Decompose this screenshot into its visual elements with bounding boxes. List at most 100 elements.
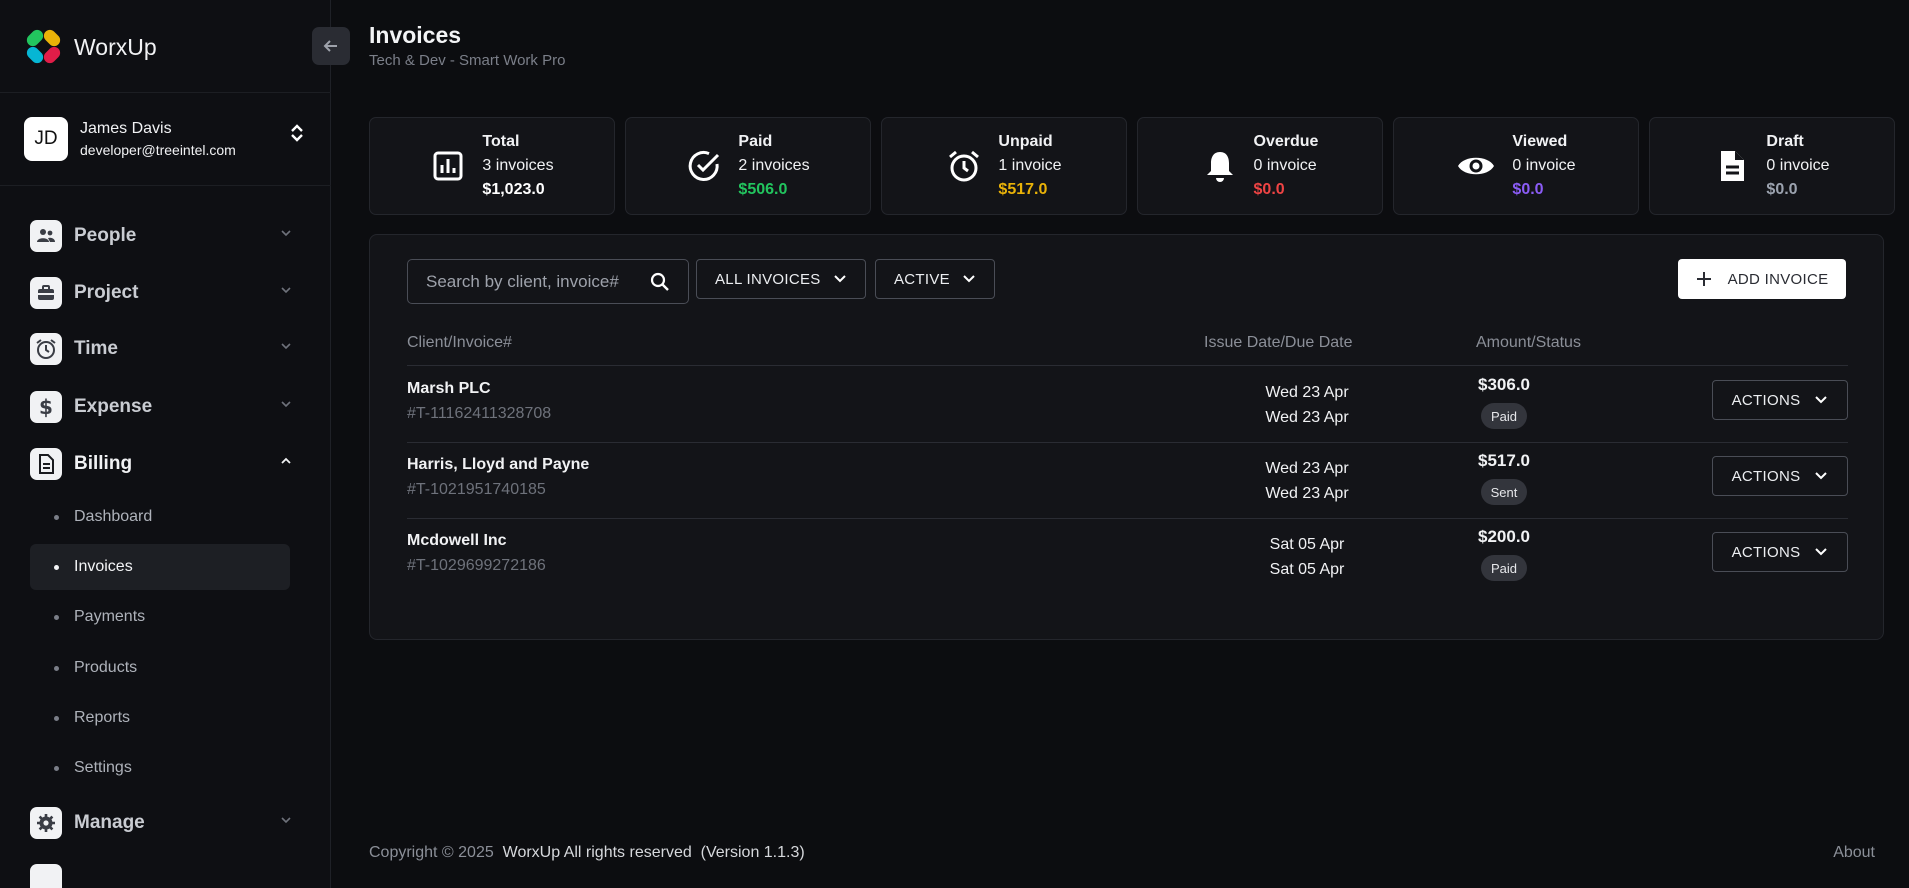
stat-title: Overdue (1253, 133, 1319, 150)
sidebar-item-people[interactable]: People (30, 218, 293, 254)
sidebar: WorxUp JD James Davis developer@treeinte… (0, 0, 331, 888)
stat-amount: $0.0 (1512, 181, 1544, 198)
column-header-client: Client/Invoice# (407, 334, 512, 351)
users-icon (30, 220, 62, 252)
stat-amount: $517.0 (998, 181, 1048, 198)
user-switcher[interactable]: JD James Davis developer@treeintel.com (24, 117, 304, 161)
issue-date: Sat 05 Apr (1269, 536, 1345, 553)
sidebar-item-project[interactable]: Project (30, 275, 293, 311)
actions-label: ACTIONS (1731, 543, 1801, 561)
sidebar-item-expense[interactable]: $ Expense (30, 389, 293, 425)
sidebar-item-manage[interactable]: Manage (30, 805, 293, 841)
actions-button[interactable]: ACTIONS (1712, 456, 1848, 496)
clock-icon (30, 333, 62, 365)
stat-card-paid[interactable]: Paid 2 invoices $506.0 (625, 117, 871, 215)
sidebar-subitem-payments[interactable]: Payments (30, 594, 290, 640)
actions-label: ACTIONS (1731, 467, 1801, 485)
stat-title: Paid (738, 133, 773, 150)
client-name[interactable]: Mcdowell Inc (407, 532, 507, 550)
stat-count: 3 invoices (482, 157, 554, 174)
chevron-down-icon (281, 287, 291, 294)
sidebar-subitem-reports[interactable]: Reports (30, 695, 290, 741)
sidebar-item-label: Manage (74, 812, 145, 833)
stat-count: 2 invoices (738, 157, 810, 174)
invoice-type-dropdown[interactable]: ALL INVOICES (696, 259, 866, 299)
due-date: Wed 23 Apr (1265, 409, 1349, 426)
amount: $517.0 (1478, 451, 1530, 470)
dropdown-value: ALL INVOICES (715, 270, 821, 288)
due-date: Sat 05 Apr (1269, 561, 1345, 578)
page-title: Invoices (369, 22, 462, 48)
divider (0, 92, 331, 93)
avatar: JD (24, 117, 68, 161)
sidebar-subitem-label: Invoices (74, 558, 133, 575)
chevron-down-icon (281, 230, 291, 237)
bar-chart-icon (430, 148, 466, 184)
stat-count: 0 invoice (1253, 157, 1317, 174)
sidebar-subitem-label: Payments (74, 608, 146, 625)
sidebar-item-partial[interactable] (30, 864, 62, 888)
stat-card-unpaid[interactable]: Unpaid 1 invoice $517.0 (881, 117, 1127, 215)
document-icon (30, 448, 62, 480)
stat-amount: $506.0 (738, 181, 788, 198)
sidebar-item-label: People (74, 225, 137, 246)
user-email: developer@treeintel.com (80, 142, 236, 158)
stat-card-viewed[interactable]: Viewed 0 invoice $0.0 (1393, 117, 1639, 215)
column-header-dates: Issue Date/Due Date (1204, 334, 1353, 351)
table-row[interactable]: Harris, Lloyd and Payne #T-1021951740185… (407, 442, 1848, 518)
stat-card-overdue[interactable]: Overdue 0 invoice $0.0 (1137, 117, 1383, 215)
footer-brand[interactable]: WorxUp All rights reserved (503, 844, 692, 861)
stat-card-total[interactable]: Total 3 invoices $1,023.0 (369, 117, 615, 215)
column-header-amount: Amount/Status (1476, 334, 1581, 351)
brand[interactable]: WorxUp (24, 27, 157, 66)
table-row[interactable]: Marsh PLC #T-11162411328708 Wed 23 Apr W… (407, 366, 1848, 442)
sidebar-subitem-settings[interactable]: Settings (30, 745, 290, 791)
search-icon[interactable] (650, 272, 670, 292)
sidebar-subitem-invoices[interactable]: Invoices (30, 544, 290, 590)
search-box[interactable] (407, 259, 689, 304)
collapse-sidebar-button[interactable] (312, 27, 350, 65)
stat-card-draft[interactable]: Draft 0 invoice $0.0 (1649, 117, 1895, 215)
stat-amount: $0.0 (1766, 181, 1798, 198)
copyright-text: Copyright © 2025 (369, 844, 494, 861)
actions-button[interactable]: ACTIONS (1712, 532, 1848, 572)
chevron-down-icon (833, 275, 846, 283)
client-name[interactable]: Marsh PLC (407, 380, 491, 398)
status-dropdown[interactable]: ACTIVE (875, 259, 995, 299)
chevron-down-icon (281, 817, 291, 824)
worxup-logo-icon (24, 27, 63, 66)
stat-title: Unpaid (998, 133, 1053, 150)
sidebar-subitem-dashboard[interactable]: Dashboard (30, 494, 290, 540)
amount: $200.0 (1478, 527, 1530, 546)
brand-name: WorxUp (74, 33, 157, 60)
file-icon (1714, 148, 1750, 184)
stat-amount: $1,023.0 (482, 181, 545, 198)
add-invoice-button[interactable]: ADD INVOICE (1678, 259, 1846, 299)
actions-button[interactable]: ACTIONS (1712, 380, 1848, 420)
sidebar-item-time[interactable]: Time (30, 331, 293, 367)
amount: $306.0 (1478, 375, 1530, 394)
chevron-down-icon (1815, 548, 1828, 556)
stat-title: Total (482, 133, 520, 150)
chevron-down-icon (281, 343, 291, 350)
table-row[interactable]: Mcdowell Inc #T-1029699272186 Sat 05 Apr… (407, 518, 1848, 594)
sidebar-subitem-products[interactable]: Products (30, 645, 290, 691)
about-link[interactable]: About (1833, 844, 1875, 862)
stat-count: 0 invoice (1766, 157, 1830, 174)
footer-version: (Version 1.1.3) (700, 844, 805, 861)
sidebar-subitem-label: Reports (74, 709, 131, 726)
invoice-panel: ALL INVOICES ACTIVE ADD INVOICE Client/I… (369, 234, 1884, 640)
sidebar-subitem-label: Products (74, 659, 138, 676)
chevron-down-icon (281, 401, 291, 408)
gear-icon (30, 807, 62, 839)
stat-title: Viewed (1512, 133, 1568, 150)
sidebar-item-billing[interactable]: Billing (30, 446, 293, 482)
chevron-up-down-icon[interactable] (290, 123, 304, 143)
bell-icon (1202, 148, 1238, 184)
sidebar-subitem-label: Settings (74, 759, 132, 776)
search-input[interactable] (426, 271, 636, 292)
chevron-down-icon (963, 275, 975, 283)
client-name[interactable]: Harris, Lloyd and Payne (407, 456, 589, 474)
sidebar-item-label: Project (74, 282, 139, 303)
user-name: James Davis (80, 120, 172, 137)
